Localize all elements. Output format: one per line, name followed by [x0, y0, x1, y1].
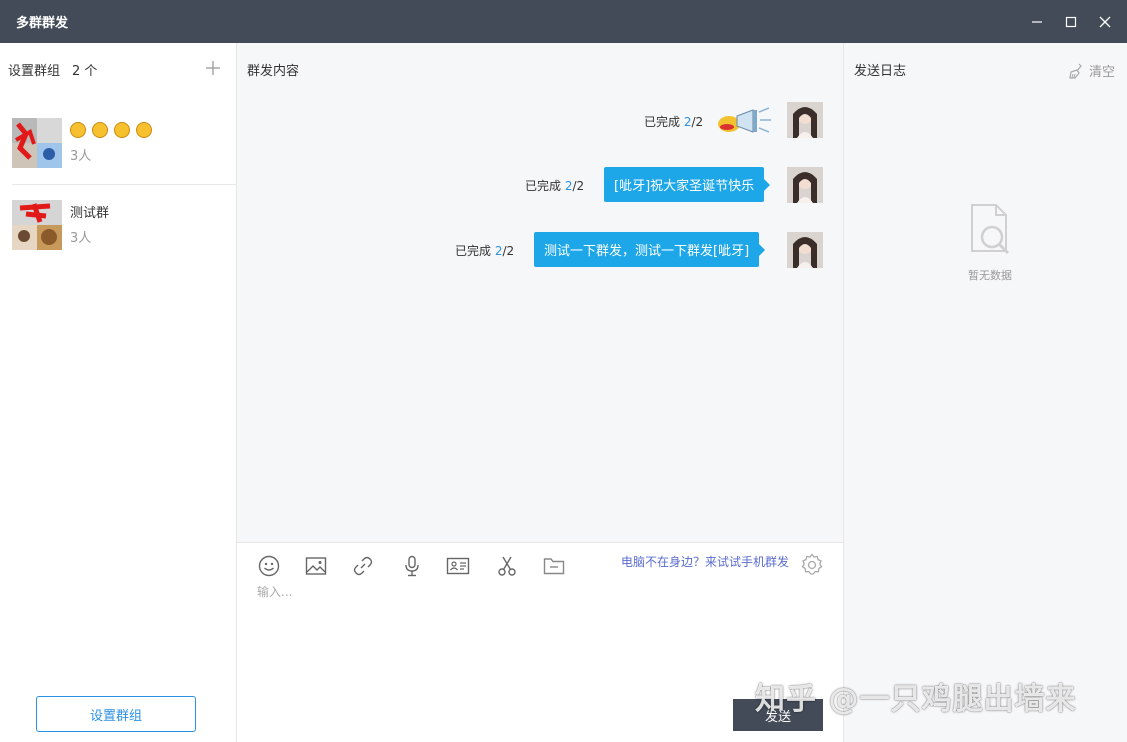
emoji-icon [92, 122, 108, 138]
title-bar: 多群群发 [0, 0, 1127, 43]
group-panel-title: 设置群组 [8, 63, 61, 79]
broom-icon [1069, 63, 1082, 79]
file-button[interactable] [541, 553, 567, 579]
empty-state: 暂无数据 [960, 201, 1020, 283]
mobile-broadcast-link[interactable]: 电脑不在身边？来试试手机群发 [621, 553, 789, 570]
content-panel-header: 群发内容 [237, 43, 843, 95]
close-button[interactable] [1095, 12, 1115, 32]
broadcast-content-panel: 群发内容 已完成 2/2 已完成 2/2 [呲牙]祝大家圣诞节快乐 已完成 2/… [237, 43, 843, 742]
card-icon [446, 557, 470, 575]
status-label: 已完成 [455, 244, 492, 258]
screenshot-button[interactable] [494, 553, 520, 579]
card-button[interactable] [445, 553, 471, 579]
group-settings-panel: 设置群组 2 个 3人 测试群 3人 设置群组 [0, 43, 237, 742]
sticker-image [718, 107, 771, 133]
list-divider [12, 184, 237, 185]
status-label: 已完成 [525, 179, 562, 193]
close-icon [1099, 16, 1111, 27]
message-status: 已完成 2/2 [455, 242, 514, 259]
group-member-count: 3人 [70, 149, 92, 164]
window-controls [1027, 0, 1115, 43]
settings-gear-icon[interactable] [800, 553, 824, 577]
minimize-button[interactable] [1027, 12, 1047, 32]
emoji-button[interactable] [256, 553, 282, 579]
status-total: /2 [502, 244, 515, 258]
group-avatar [12, 118, 62, 168]
group-item[interactable]: 3人 [0, 118, 237, 184]
group-item[interactable]: 测试群 3人 [0, 200, 237, 266]
set-group-button[interactable]: 设置群组 [36, 696, 196, 732]
empty-document-search-icon [971, 204, 1010, 255]
message-status: 已完成 2/2 [525, 177, 584, 194]
status-total: /2 [572, 179, 585, 193]
voice-button[interactable] [399, 553, 425, 579]
group-name: 测试群 [70, 206, 110, 221]
emoji-icon [136, 122, 152, 138]
status-label: 已完成 [644, 115, 681, 129]
link-icon [353, 556, 373, 576]
status-total: /2 [691, 115, 704, 129]
add-group-icon[interactable] [204, 59, 222, 77]
emoji-icon [114, 122, 130, 138]
send-log-panel: 发送日志 清空 暂无数据 [843, 43, 1127, 742]
composer: 电脑不在身边？来试试手机群发 输入... 发送 [237, 542, 843, 742]
emoji-icon [258, 555, 280, 577]
window-title: 多群群发 [16, 16, 69, 31]
scissors-icon [498, 556, 516, 576]
group-count: 2 个 [72, 63, 98, 79]
microphone-icon [405, 555, 419, 577]
message-status: 已完成 2/2 [644, 113, 703, 130]
log-panel-title: 发送日志 [854, 63, 907, 79]
group-avatar [12, 200, 62, 250]
content-panel-title: 群发内容 [247, 63, 300, 79]
image-icon [305, 557, 327, 575]
link-button[interactable] [350, 553, 376, 579]
sender-avatar [787, 167, 823, 203]
watermark-text: 知乎 @一只鸡腿出墙来 [755, 682, 1077, 717]
image-button[interactable] [303, 553, 329, 579]
maximize-icon [1065, 16, 1077, 27]
message-bubble[interactable]: [呲牙]祝大家圣诞节快乐 [604, 167, 771, 202]
minimize-icon [1032, 20, 1042, 23]
empty-state-text: 暂无数据 [968, 269, 1012, 282]
clear-label: 清空 [1088, 65, 1115, 80]
message-bubble[interactable]: 测试一下群发，测试一下群发[呲牙] [534, 232, 766, 267]
folder-icon [543, 558, 565, 575]
clear-button[interactable]: 清空 [1069, 61, 1115, 80]
message-input[interactable]: 输入... [257, 583, 823, 683]
group-member-count: 3人 [70, 231, 92, 246]
sender-avatar [787, 102, 823, 138]
group-name-emoji [70, 120, 158, 140]
sender-avatar [787, 232, 823, 268]
maximize-button[interactable] [1061, 12, 1081, 32]
group-panel-header: 设置群组 2 个 [0, 43, 236, 95]
emoji-icon [70, 122, 86, 138]
